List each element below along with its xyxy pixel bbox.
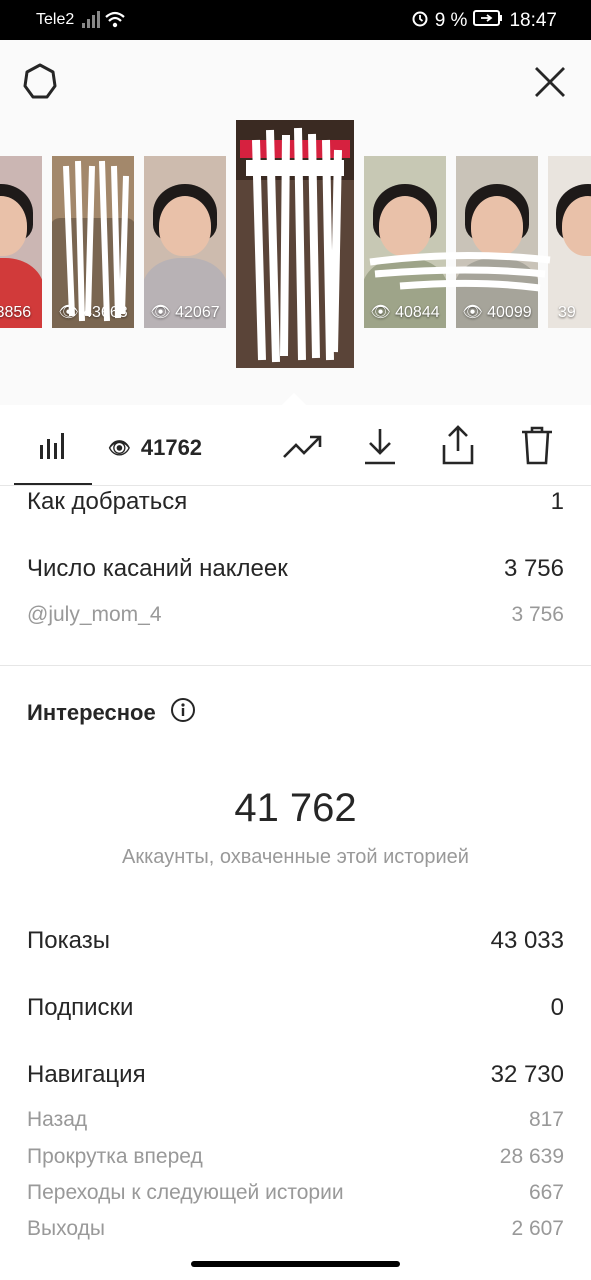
- info-icon[interactable]: [170, 697, 196, 729]
- eye-icon: 👁: [462, 304, 483, 321]
- settings-icon[interactable]: [20, 62, 60, 107]
- metric-row: Как добраться 1: [27, 488, 564, 516]
- share-icon[interactable]: [440, 425, 476, 470]
- metric-label: @july_mom_4: [27, 603, 162, 626]
- insights-toolbar: 👁 41762: [0, 405, 591, 486]
- metric-value: 0: [550, 994, 564, 1021]
- metric-value: 43 033: [490, 927, 564, 954]
- eye-icon: 👁: [108, 437, 131, 458]
- metric-value: 28 639: [499, 1145, 564, 1168]
- metric-label: Число касаний наклеек: [27, 555, 288, 582]
- metric-label: Показы: [27, 927, 110, 954]
- story-views: 41762: [273, 330, 318, 347]
- views-tab[interactable]: 👁 41762: [108, 435, 202, 461]
- metric-label: Переходы к следующей истории: [27, 1181, 344, 1204]
- trending-icon[interactable]: [282, 433, 324, 466]
- story-views: 39: [558, 304, 576, 321]
- scribble-overlay: [369, 251, 551, 292]
- story-thumbnail-selected[interactable]: 41762: [236, 120, 354, 368]
- story-views: 40099: [487, 304, 532, 321]
- metric-label: Навигация: [27, 1061, 146, 1088]
- metric-value: 667: [528, 1181, 564, 1204]
- home-indicator[interactable]: [191, 1261, 400, 1267]
- close-icon[interactable]: [532, 64, 568, 105]
- active-tab-indicator: [14, 483, 92, 485]
- metric-subrow: @july_mom_4 3 756: [27, 603, 564, 627]
- reach-caption: Аккаунты, охваченные этой историей: [122, 846, 469, 868]
- metric-label: Подписки: [27, 994, 134, 1021]
- story-views: 42067: [175, 304, 220, 321]
- story-top-bar: [0, 40, 591, 120]
- carrier-label: Tele2: [36, 11, 75, 28]
- metric-label: Назад: [27, 1108, 88, 1131]
- reach-value: 41 762: [234, 786, 357, 830]
- section-title: Интересное: [27, 700, 156, 725]
- trash-icon[interactable]: [520, 425, 554, 470]
- stories-carousel[interactable]: 👁 3856 👁 43668 👁 42067 41762 👁 40844 👁 4…: [0, 120, 591, 405]
- story-thumbnail[interactable]: 👁 3856: [0, 156, 42, 328]
- section-divider: [0, 665, 591, 666]
- eye-icon: 👁: [150, 304, 171, 321]
- metric-value: 32 730: [490, 1061, 564, 1088]
- metric-label: Прокрутка вперед: [27, 1145, 203, 1168]
- alarm-icon: [411, 9, 429, 33]
- metric-row: Подписки 0: [27, 994, 564, 1022]
- metric-label: Выходы: [27, 1217, 105, 1240]
- metric-subrow: Назад 817: [27, 1108, 564, 1132]
- metric-value: 3 756: [503, 555, 564, 582]
- story-views: 40844: [395, 304, 440, 321]
- story-thumbnail[interactable]: 👁 42067: [144, 156, 226, 328]
- metric-value: 1: [550, 488, 564, 515]
- time: 18:47: [509, 10, 557, 31]
- status-bar: Tele2 9 % 18:47: [0, 0, 591, 40]
- metric-row: Навигация 32 730: [27, 1061, 564, 1089]
- scribble-overlay: [63, 160, 129, 322]
- signal-icon: [80, 9, 126, 36]
- battery-icon: [473, 10, 503, 32]
- story-views: 3856: [0, 304, 32, 321]
- metric-value: 817: [528, 1108, 564, 1131]
- download-icon[interactable]: [362, 427, 398, 470]
- metric-value: 2 607: [511, 1217, 564, 1240]
- bar-chart-icon[interactable]: [38, 431, 68, 466]
- metric-subrow: Переходы к следующей истории 667: [27, 1181, 564, 1205]
- story-thumbnail[interactable]: 👁 43668: [52, 156, 134, 328]
- metric-value: 3 756: [511, 603, 564, 626]
- metric-subrow: Выходы 2 607: [27, 1217, 564, 1241]
- metric-subrow: Прокрутка вперед 28 639: [27, 1145, 564, 1169]
- views-count: 41762: [140, 435, 203, 460]
- metric-row: Число касаний наклеек 3 756: [27, 555, 564, 583]
- metric-row: Показы 43 033: [27, 927, 564, 955]
- eye-icon: 👁: [370, 304, 391, 321]
- battery-percent: 9 %: [434, 10, 468, 31]
- section-header: Интересное: [27, 697, 196, 729]
- selected-pointer: [282, 393, 306, 405]
- metric-label: Как добраться: [27, 488, 188, 515]
